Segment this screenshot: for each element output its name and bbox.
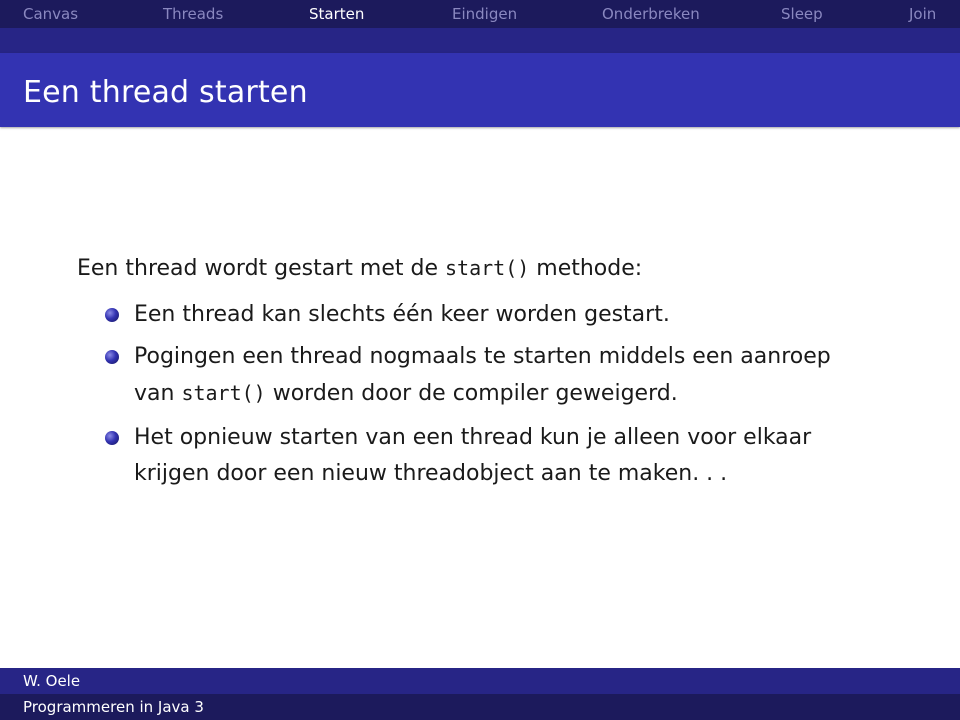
slide-title: Een thread starten	[23, 75, 308, 110]
list-item: Pogingen een thread nogmaals te starten …	[134, 339, 831, 412]
list-item-line: Een thread kan slechts één keer worden g…	[134, 302, 670, 327]
nav-item-sleep[interactable]: Sleep	[781, 0, 823, 28]
frame-title-bar: Een thread starten	[0, 53, 960, 127]
list-item-text: worden door de compiler geweigerd.	[265, 381, 678, 406]
ball-bullet-icon	[105, 431, 119, 445]
footer-course-band: Programmeren in Java 3	[0, 694, 960, 720]
footer-author-band: W. Oele	[0, 668, 960, 694]
list-item-line: Pogingen een thread nogmaals te starten …	[134, 344, 831, 369]
nav-item-onderbreken[interactable]: Onderbreken	[602, 0, 700, 28]
inline-code: start()	[181, 381, 266, 405]
list-item-line: van start() worden door de compiler gewe…	[134, 375, 831, 412]
list-item: Het opnieuw starten van een thread kun j…	[134, 420, 811, 492]
list-item: Een thread kan slechts één keer worden g…	[134, 297, 670, 333]
footer-course: Programmeren in Java 3	[23, 698, 204, 716]
intro-code: start()	[444, 256, 530, 280]
ball-bullet-icon	[105, 350, 119, 364]
nav-item-starten[interactable]: Starten	[309, 0, 364, 28]
nav-item-canvas[interactable]: Canvas	[23, 0, 78, 28]
ball-bullet-icon	[105, 308, 119, 322]
nav-item-eindigen[interactable]: Eindigen	[452, 0, 517, 28]
nav-item-threads[interactable]: Threads	[163, 0, 223, 28]
section-navigation: Canvas Threads Starten Eindigen Onderbre…	[0, 0, 960, 28]
intro-text-before: Een thread wordt gestart met de	[77, 256, 445, 281]
intro-text: Een thread wordt gestart met de start() …	[77, 256, 642, 281]
list-item-text: van	[134, 381, 182, 406]
list-item-line: krijgen door een nieuw threadobject aan …	[134, 461, 728, 486]
intro-text-after: methode:	[529, 256, 643, 281]
footer-author: W. Oele	[23, 672, 81, 690]
list-item-line: Het opnieuw starten van een thread kun j…	[134, 425, 812, 450]
nav-item-join[interactable]: Join	[909, 0, 936, 28]
subsection-band	[0, 28, 960, 53]
